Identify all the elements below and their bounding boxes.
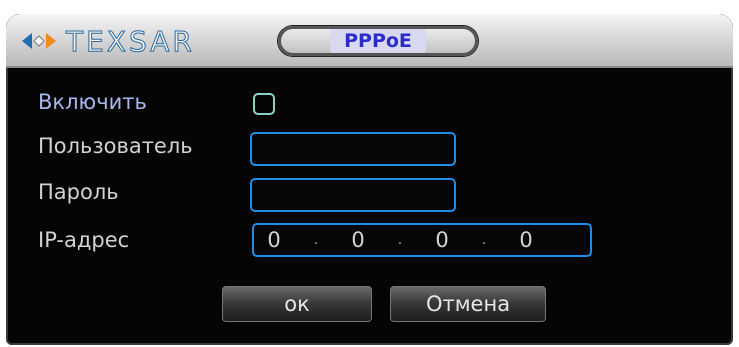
cancel-button-label: Отмена (425, 292, 511, 316)
ok-button[interactable]: ок (222, 286, 372, 322)
user-label: Пользователь (38, 134, 193, 158)
enable-label: Включить (38, 90, 147, 114)
title-bar: TEXSAR PPPoE (6, 14, 733, 68)
ip-address-field[interactable]: 0 . 0 . 0 . 0 (252, 223, 592, 257)
brand-logo-text: TEXSAR (66, 24, 195, 58)
user-field[interactable] (250, 132, 456, 166)
pppoe-dialog: TEXSAR PPPoE Включить Пользователь Парол… (6, 14, 733, 345)
enable-checkbox[interactable] (253, 93, 275, 115)
ip-separator: . (481, 232, 487, 248)
ok-button-label: ок (284, 292, 310, 316)
ip-separator: . (313, 232, 319, 248)
brand-logo: TEXSAR (20, 24, 195, 58)
diamond-arrows-logo-icon (22, 33, 56, 49)
ip-octet-1[interactable]: 0 (254, 228, 294, 252)
ip-label: IP-адрес (38, 228, 130, 252)
password-label: Пароль (38, 180, 119, 204)
ip-octet-3[interactable]: 0 (422, 228, 462, 252)
password-field[interactable] (250, 178, 456, 212)
tab-pppoe[interactable]: PPPoE (278, 26, 478, 56)
ip-octet-2[interactable]: 0 (338, 228, 378, 252)
tab-pppoe-label: PPPoE (330, 29, 426, 53)
ip-octet-4[interactable]: 0 (506, 228, 546, 252)
ip-separator: . (397, 232, 403, 248)
cancel-button[interactable]: Отмена (390, 286, 546, 322)
